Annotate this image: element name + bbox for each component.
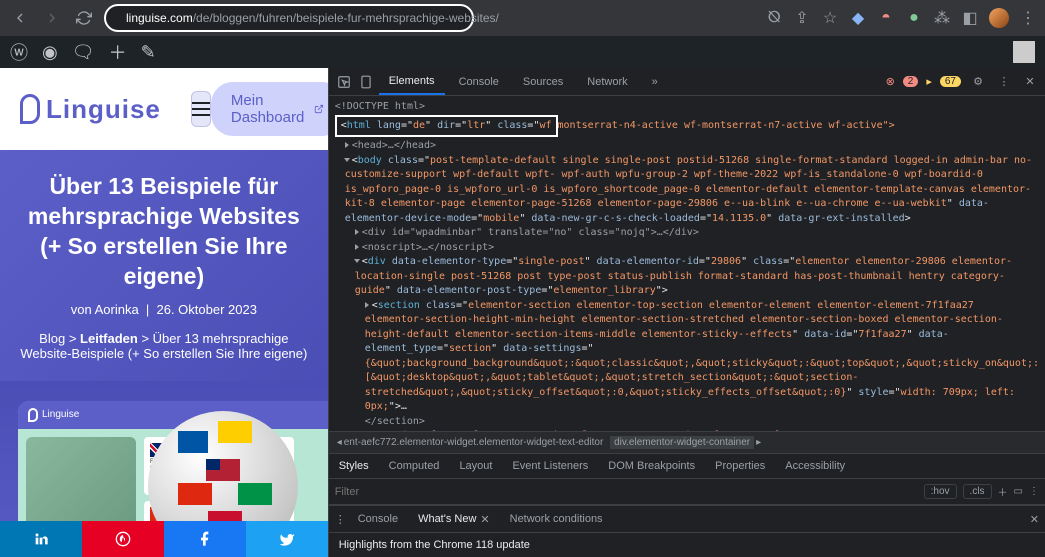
ext-icon-3[interactable]: ●: [905, 9, 923, 27]
extensions-icon[interactable]: ⁂: [933, 9, 951, 27]
tab-network[interactable]: Network: [577, 68, 637, 95]
ext-icon-2[interactable]: ◓: [877, 9, 895, 27]
devtools-tabs: Elements Console Sources Network » ⊗2 ▸6…: [329, 68, 1045, 96]
menu-icon[interactable]: ⋮: [1019, 9, 1037, 27]
dock-menu-icon[interactable]: ⋮: [995, 73, 1013, 91]
address-bar[interactable]: linguise.com/de/bloggen/fuhren/beispiele…: [104, 4, 474, 32]
device-icon[interactable]: [357, 73, 375, 91]
devtools-drawer: ⋮ Console What's New ✕ Network condition…: [329, 505, 1045, 557]
computed-icon[interactable]: ▭: [1014, 486, 1023, 497]
comments-icon[interactable]: 🗨: [72, 42, 95, 63]
settings-icon[interactable]: ⚙: [969, 73, 987, 91]
add-icon[interactable]: ＋: [109, 39, 127, 65]
styles-filter-input[interactable]: [335, 486, 924, 498]
share-linkedin[interactable]: [0, 521, 82, 557]
error-count[interactable]: 2: [903, 76, 919, 87]
dashboard-label: Mein Dashboard: [231, 92, 309, 126]
tab-listeners[interactable]: Event Listeners: [502, 454, 598, 478]
share-facebook[interactable]: [164, 521, 246, 557]
translate-icon[interactable]: ⦰: [765, 9, 783, 27]
tab-properties[interactable]: Properties: [705, 454, 775, 478]
drawer-tab-console[interactable]: Console: [350, 513, 406, 525]
hero-section: Über 13 Beispiele für mehrsprachige Webs…: [0, 150, 328, 381]
share-icon[interactable]: ⇪: [793, 9, 811, 27]
add-rule-icon[interactable]: ＋: [998, 484, 1008, 499]
styles-filter-bar: :hov .cls ＋ ▭ ⋮: [329, 479, 1045, 505]
breadcrumb: Blog > Leitfaden > Über 13 mehrsprachige…: [20, 331, 308, 361]
share-twitter[interactable]: [246, 521, 328, 557]
page-viewport: Linguise Mein Dashboard Über 13 Beispiel…: [0, 68, 328, 557]
close-devtools-icon[interactable]: ✕: [1021, 73, 1039, 91]
html-element-highlight: <html lang="de" dir="ltr" class="wf: [335, 115, 558, 138]
reload-button[interactable]: [72, 6, 96, 30]
wp-admin-bar: ⓦ ◉ 🗨 ＋ ✎: [0, 36, 1045, 68]
tab-elements[interactable]: Elements: [379, 68, 445, 95]
back-button[interactable]: [8, 6, 32, 30]
styles-tabs: Styles Computed Layout Event Listeners D…: [329, 453, 1045, 479]
logo-text: Linguise: [46, 94, 161, 125]
tab-styles[interactable]: Styles: [329, 454, 379, 478]
dashboard-button[interactable]: Mein Dashboard: [211, 82, 328, 136]
tab-console[interactable]: Console: [449, 68, 509, 95]
ext-icon-1[interactable]: ◆: [849, 9, 867, 27]
more-icon[interactable]: ⋮: [1029, 486, 1039, 497]
profile-avatar[interactable]: [989, 8, 1009, 28]
tab-more[interactable]: »: [642, 68, 668, 95]
url-text: linguise.com/de/bloggen/fuhren/beispiele…: [126, 11, 499, 25]
inspect-icon[interactable]: [335, 73, 353, 91]
elements-breadcrumb[interactable]: ◂ ent-aefc772.elementor-widget.elementor…: [329, 431, 1045, 453]
drawer-content: Highlights from the Chrome 118 update: [329, 532, 1045, 557]
share-pinterest[interactable]: [82, 521, 164, 557]
warning-count[interactable]: 67: [940, 76, 961, 87]
wp-user-avatar[interactable]: [1013, 41, 1035, 63]
external-link-icon: [314, 102, 324, 116]
forward-button[interactable]: [40, 6, 64, 30]
breadcrumb-guide[interactable]: Leitfaden: [80, 331, 138, 346]
cls-toggle[interactable]: .cls: [963, 484, 992, 499]
breadcrumb-blog[interactable]: Blog: [39, 331, 65, 346]
tab-computed[interactable]: Computed: [379, 454, 450, 478]
social-share-bar: [0, 521, 328, 557]
elements-tree[interactable]: <!DOCTYPE html> <html lang="de" dir="ltr…: [329, 96, 1045, 431]
dashboard-icon[interactable]: ◉: [42, 42, 58, 63]
tab-accessibility[interactable]: Accessibility: [775, 454, 855, 478]
tab-dombreakpoints[interactable]: DOM Breakpoints: [598, 454, 705, 478]
drawer-close-icon[interactable]: ✕: [1030, 513, 1039, 526]
page-title: Über 13 Beispiele für mehrsprachige Webs…: [20, 172, 308, 292]
logo-icon: [20, 94, 40, 124]
wp-logo-icon[interactable]: ⓦ: [10, 39, 28, 65]
edit-icon[interactable]: ✎: [141, 42, 156, 63]
tab-sources[interactable]: Sources: [513, 68, 573, 95]
site-header: Linguise Mein Dashboard: [0, 68, 328, 150]
tab-layout[interactable]: Layout: [449, 454, 502, 478]
drawer-tab-network[interactable]: Network conditions: [502, 513, 611, 525]
devtools-panel: Elements Console Sources Network » ⊗2 ▸6…: [328, 68, 1045, 557]
hov-toggle[interactable]: :hov: [924, 484, 957, 499]
browser-toolbar: linguise.com/de/bloggen/fuhren/beispiele…: [0, 0, 1045, 36]
drawer-tab-whatsnew[interactable]: What's New ✕: [410, 513, 498, 526]
post-meta: von Aorinka | 26. Oktober 2023: [20, 302, 308, 317]
site-logo[interactable]: Linguise: [20, 94, 161, 125]
bookmark-icon[interactable]: ☆: [821, 9, 839, 27]
close-icon[interactable]: ✕: [480, 513, 489, 526]
menu-toggle[interactable]: [191, 91, 211, 127]
sidepanel-icon[interactable]: ◧: [961, 9, 979, 27]
